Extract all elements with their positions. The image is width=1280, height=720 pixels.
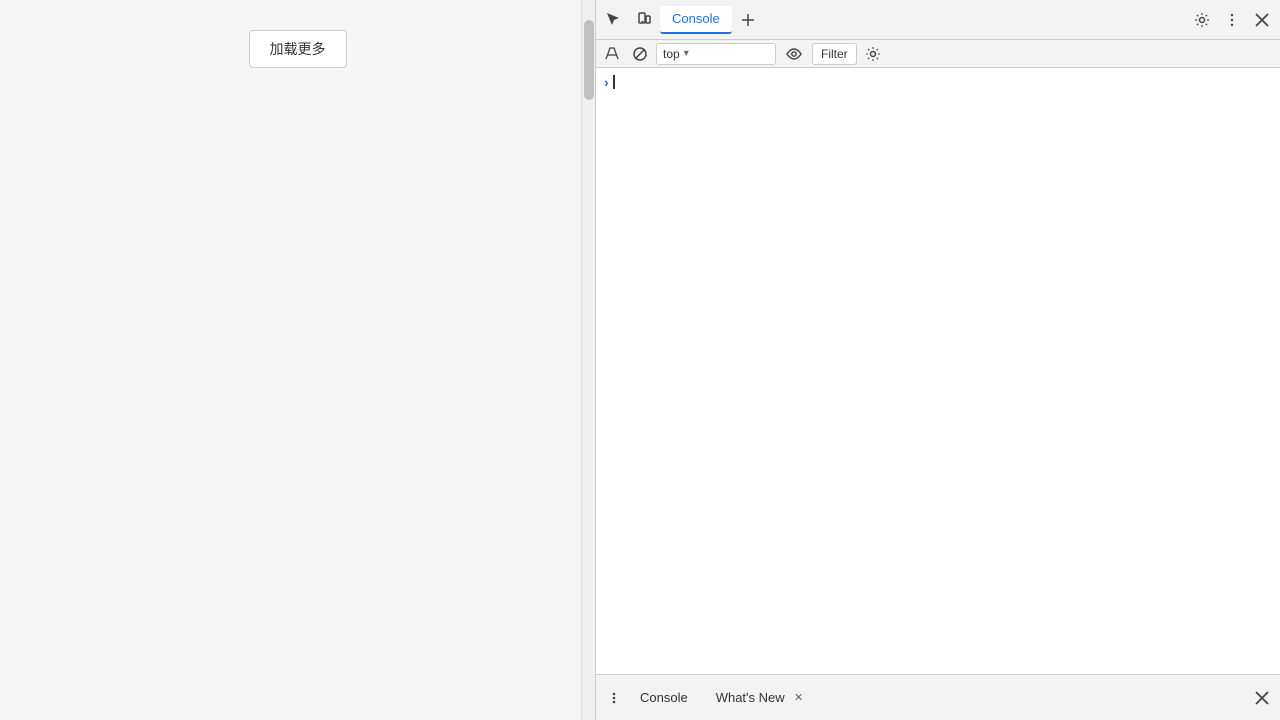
device-icon xyxy=(636,12,652,28)
more-tabs-icon xyxy=(740,12,756,28)
drawer-tab-console[interactable]: Console xyxy=(628,682,700,714)
device-toolbar-button[interactable] xyxy=(630,6,658,34)
clear-console-icon xyxy=(604,46,620,62)
inspect-icon xyxy=(606,12,622,28)
devtools-panel: Console xyxy=(595,0,1280,720)
scrollbar-thumb xyxy=(584,20,594,100)
devtools-top-toolbar: Console xyxy=(596,0,1280,40)
console-tab[interactable]: Console xyxy=(660,6,732,34)
gear-icon xyxy=(1194,12,1210,28)
toolbar-right-icons xyxy=(1188,6,1276,34)
browser-page-area: 加载更多 xyxy=(0,0,595,720)
prompt-chevron-icon: › xyxy=(604,74,609,90)
left-scrollbar[interactable] xyxy=(581,0,595,720)
console-secondary-toolbar: top ▾ Filter xyxy=(596,40,1280,68)
block-network-button[interactable] xyxy=(628,42,652,66)
close-drawer-button[interactable] xyxy=(1248,684,1276,712)
more-actions-button[interactable] xyxy=(1218,6,1246,34)
load-more-button[interactable]: 加载更多 xyxy=(249,30,347,68)
context-value: top xyxy=(663,47,680,61)
drawer-tabs-container: Console What's New ✕ xyxy=(628,682,1248,714)
drawer-console-label: Console xyxy=(640,690,688,705)
close-icon xyxy=(1254,12,1270,28)
drawer-tab-whats-new[interactable]: What's New ✕ xyxy=(704,682,819,714)
close-devtools-button[interactable] xyxy=(1248,6,1276,34)
inspect-element-button[interactable] xyxy=(600,6,628,34)
console-settings-button[interactable] xyxy=(861,42,885,66)
eye-icon xyxy=(786,46,802,62)
settings-button[interactable] xyxy=(1188,6,1216,34)
drawer-whats-new-label: What's New xyxy=(716,690,785,705)
whats-new-close-button[interactable]: ✕ xyxy=(791,690,807,706)
close-drawer-icon xyxy=(1254,690,1270,706)
clear-console-button[interactable] xyxy=(600,42,624,66)
filter-button[interactable]: Filter xyxy=(812,43,857,65)
console-prompt-line[interactable]: › xyxy=(596,72,1280,92)
bottom-drawer: Console What's New ✕ xyxy=(596,674,1280,720)
more-tabs-button[interactable] xyxy=(734,6,762,34)
javascript-context-selector[interactable]: top ▾ xyxy=(656,43,776,65)
console-cursor xyxy=(613,75,615,89)
dropdown-arrow-icon: ▾ xyxy=(684,48,689,59)
drawer-menu-button[interactable] xyxy=(600,684,628,712)
three-dots-icon xyxy=(606,690,622,706)
more-vertical-icon xyxy=(1224,12,1240,28)
block-icon xyxy=(632,46,648,62)
console-output-area: › xyxy=(596,68,1280,674)
live-expressions-button[interactable] xyxy=(780,42,808,66)
console-gear-icon xyxy=(865,46,881,62)
